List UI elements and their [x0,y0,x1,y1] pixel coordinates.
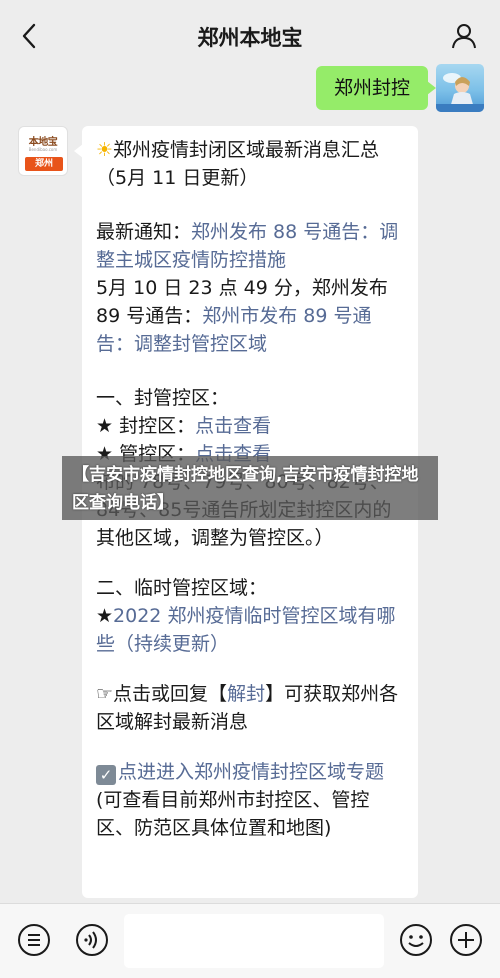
checkbox-icon: ✓ [96,765,116,785]
bot-brand-logo: 本地宝 [28,137,58,148]
outgoing-message[interactable]: 郑州封控 [315,66,437,110]
voice-icon[interactable] [74,922,110,958]
may10-notice: 5月 10 日 23 点 49 分，郑州发布 89 号通告：郑州市发布 89 号… [96,277,388,355]
section2-title: 二、临时管控区域： [96,577,268,599]
sun-icon: ☀ [96,139,114,161]
emoji-icon[interactable] [398,922,434,958]
bot-avatar[interactable]: 本地宝 Bendibao.com 郑州 [18,126,68,176]
overlay-caption: 【吉安市疫情封控地区查询,吉安市疫情封控地区查询电话】 [62,456,438,520]
section1-title: 一、封管控区： [96,387,230,409]
pointing-hand-icon: ☞ [96,683,114,705]
list-menu-icon[interactable] [16,922,52,958]
person-icon[interactable] [448,20,480,52]
unseal-keyword-link[interactable]: 解封 [227,683,265,705]
latest-notice: 最新通知：郑州发布 88 号通告：调整主城区疫情防控措施 [96,221,399,271]
sealed-zone-item: ★ 封控区：点击查看 [96,415,272,437]
avatar[interactable] [436,64,484,112]
chevron-left-icon[interactable] [14,20,46,52]
chat-title: 郑州本地宝 [197,26,303,50]
city-tag: 郑州 [25,157,63,171]
temp-control-item: ★2022 郑州疫情临时管控区域有哪些（持续更新） [96,605,396,655]
topic-link[interactable]: 点进进入郑州疫情封控区域专题 [118,761,384,783]
reply-headline: ☀郑州疫情封闭区域最新消息汇总（5月 11 日更新） [96,139,380,189]
bot-brand-domain: Bendibao.com [28,147,58,152]
topic-entry: ✓ 点进进入郑州疫情封控区域专题 [96,758,404,786]
sealed-zone-link[interactable]: 点击查看 [195,415,271,437]
message-input[interactable] [124,914,384,968]
plus-icon[interactable] [448,922,484,958]
top-bar: 郑州本地宝 [0,0,500,72]
temp-control-link[interactable]: 2022 郑州疫情临时管控区域有哪些（持续更新） [96,605,395,655]
topic-note: (可查看目前郑州市封控区、管控区、防范区具体位置和地图) [96,789,370,839]
bottom-input-bar [0,903,500,978]
reply-keyword-tip: ☞点击或回复【解封】可获取郑州各区域解封最新消息 [96,683,399,733]
